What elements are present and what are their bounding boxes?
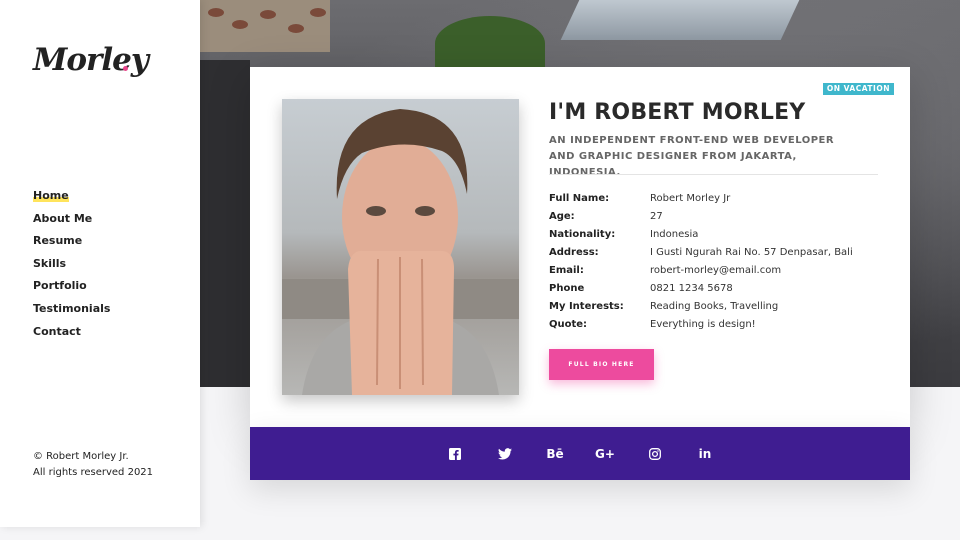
info-value: Everything is design! <box>650 319 756 330</box>
nav-item-about[interactable]: About Me <box>33 211 110 234</box>
info-label: Quote: <box>549 319 588 330</box>
logo-dot <box>123 66 128 71</box>
nav-item-label: Testimonials <box>33 301 111 315</box>
sidebar: Morley Home About Me Resume Skills Portf… <box>0 0 200 527</box>
info-label: Address: <box>549 247 599 258</box>
info-row: Phone 0821 1234 5678 <box>549 281 853 299</box>
social-bar: Bē G+ in <box>250 427 910 480</box>
nav-item-portfolio[interactable]: Portfolio <box>33 278 110 301</box>
sidebar-footer: © Robert Morley Jr. All rights reserved … <box>33 449 153 481</box>
logo[interactable]: Morley <box>33 42 149 78</box>
copyright-text: © Robert Morley Jr. <box>33 451 129 462</box>
page-title: I'M ROBERT MORLEY <box>549 100 806 125</box>
info-value: robert-morley@email.com <box>650 265 782 276</box>
info-label: Full Name: <box>549 193 610 204</box>
facebook-icon[interactable] <box>442 441 468 467</box>
nav-item-home[interactable]: Home <box>33 188 110 211</box>
profile-card: ON VACATION I'M ROBERT MORLEY AN INDEPEN… <box>250 67 910 427</box>
info-row: Email: robert-morley@email.com <box>549 263 853 281</box>
main-nav: Home About Me Resume Skills Portfolio Te… <box>33 188 110 346</box>
twitter-icon[interactable] <box>492 441 518 467</box>
info-row: Address: I Gusti Ngurah Rai No. 57 Denpas… <box>549 245 853 263</box>
rights-text: All rights reserved 2021 <box>33 467 154 478</box>
hero-poster <box>200 0 330 52</box>
info-label: Age: <box>549 211 575 222</box>
hero-plant <box>435 16 545 71</box>
social-icons: Bē G+ in <box>250 427 910 480</box>
info-row: Age: 27 <box>549 209 853 227</box>
info-value: Robert Morley Jr <box>650 193 731 204</box>
linkedin-icon[interactable]: in <box>692 441 718 467</box>
info-row: My Interests: Reading Books, Travelling <box>549 299 853 317</box>
nav-item-contact[interactable]: Contact <box>33 324 110 347</box>
divider <box>549 174 878 175</box>
portrait-illustration <box>282 109 519 395</box>
nav-item-testimonials[interactable]: Testimonials <box>33 301 110 324</box>
nav-item-label: Portfolio <box>33 279 87 293</box>
nav-item-resume[interactable]: Resume <box>33 233 110 256</box>
info-label: Email: <box>549 265 584 276</box>
info-value: 27 <box>650 211 663 222</box>
hero-shadow <box>200 60 250 387</box>
hero-window <box>560 0 800 40</box>
nav-item-label: Resume <box>33 234 83 248</box>
full-bio-button[interactable]: FULL BIO HERE <box>549 349 654 380</box>
info-value: Reading Books, Travelling <box>650 301 779 312</box>
profile-photo <box>282 99 519 395</box>
info-row: Nationality: Indonesia <box>549 227 853 245</box>
info-row: Quote: Everything is design! <box>549 317 853 335</box>
behance-icon[interactable]: Bē <box>542 441 568 467</box>
google-plus-icon[interactable]: G+ <box>592 441 618 467</box>
nav-item-label: About Me <box>33 211 93 225</box>
info-value: I Gusti Ngurah Rai No. 57 Denpasar, Bali <box>650 247 853 258</box>
info-value: Indonesia <box>650 229 699 240</box>
info-row: Full Name: Robert Morley Jr <box>549 191 853 209</box>
info-list: Full Name: Robert Morley Jr Age: 27 Nation… <box>549 191 853 335</box>
status-badge: ON VACATION <box>822 83 894 95</box>
nav-item-label: Skills <box>33 256 67 270</box>
instagram-icon[interactable] <box>642 441 668 467</box>
info-label: Phone <box>549 283 585 294</box>
info-label: Nationality: <box>549 229 616 240</box>
info-label: My Interests: <box>549 301 624 312</box>
info-value: 0821 1234 5678 <box>650 283 733 294</box>
nav-item-skills[interactable]: Skills <box>33 256 110 279</box>
nav-item-label: Contact <box>33 324 81 338</box>
nav-item-label: Home <box>33 189 69 202</box>
